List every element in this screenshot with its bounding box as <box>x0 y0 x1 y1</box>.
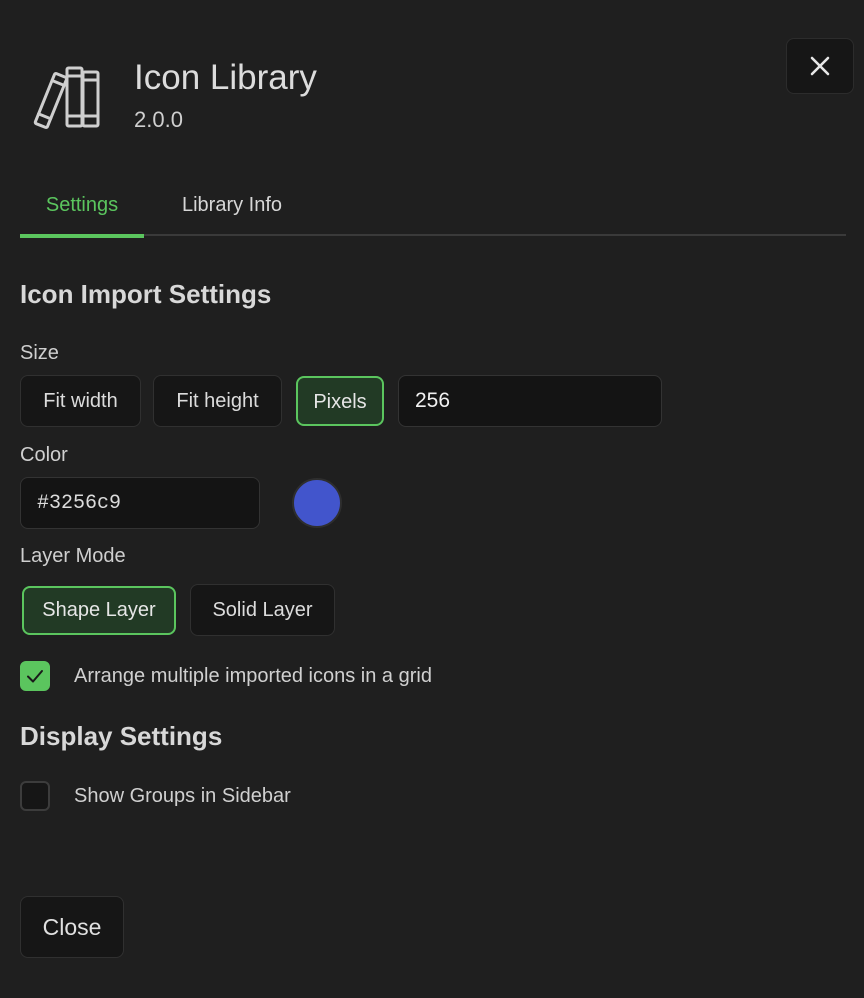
fit-height-button[interactable]: Fit height <box>153 375 282 427</box>
size-label: Size <box>20 342 59 364</box>
close-dialog-button[interactable] <box>786 38 854 94</box>
import-settings-heading: Icon Import Settings <box>20 279 272 309</box>
app-title: Icon Library <box>134 58 317 97</box>
grid-arrange-label[interactable]: Arrange multiple imported icons in a gri… <box>74 661 432 691</box>
books-icon <box>30 58 106 134</box>
close-icon <box>809 55 831 77</box>
solid-layer-button[interactable]: Solid Layer <box>190 584 335 636</box>
close-button[interactable]: Close <box>20 896 124 958</box>
shape-layer-button[interactable]: Shape Layer <box>22 586 176 635</box>
tab-bar: Settings Library Info <box>20 180 846 238</box>
color-hex-input[interactable] <box>20 477 260 529</box>
tab-settings[interactable]: Settings <box>20 180 144 238</box>
color-swatch[interactable] <box>292 478 342 528</box>
grid-arrange-checkbox[interactable] <box>20 661 50 691</box>
checkmark-icon <box>25 666 45 686</box>
pixels-button[interactable]: Pixels <box>296 376 384 426</box>
color-label: Color <box>20 444 68 466</box>
layer-mode-label: Layer Mode <box>20 545 126 567</box>
tab-library-info[interactable]: Library Info <box>168 180 296 236</box>
show-groups-checkbox[interactable] <box>20 781 50 811</box>
settings-dialog: Icon Library 2.0.0 Settings Library Info… <box>0 0 864 998</box>
app-version: 2.0.0 <box>134 107 183 132</box>
fit-width-button[interactable]: Fit width <box>20 375 141 427</box>
pixels-input[interactable] <box>398 375 662 427</box>
display-settings-heading: Display Settings <box>20 721 223 751</box>
show-groups-label[interactable]: Show Groups in Sidebar <box>74 781 291 811</box>
